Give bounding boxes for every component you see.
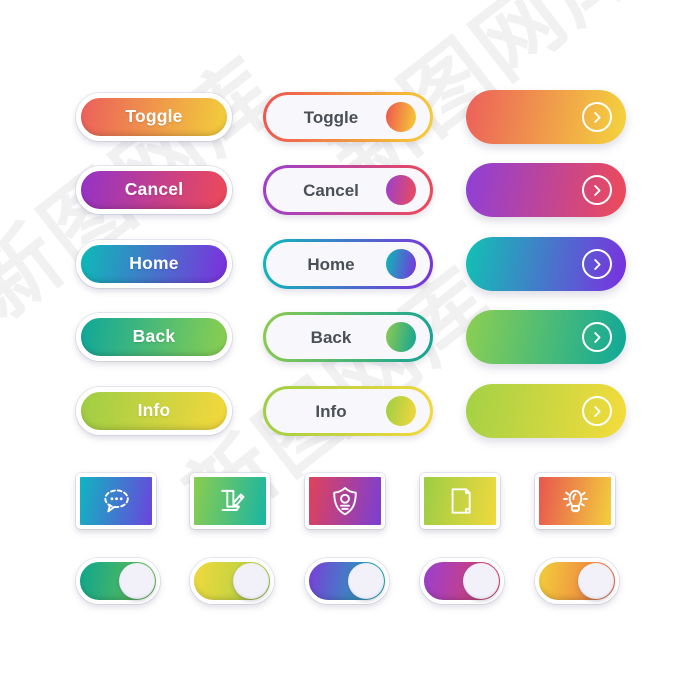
file-page-icon bbox=[442, 483, 478, 519]
button-back-outline[interactable]: Back bbox=[263, 312, 433, 362]
button-cancel-solid[interactable]: Cancel bbox=[76, 166, 232, 214]
button-cancel-outline[interactable]: Cancel bbox=[263, 165, 433, 215]
icon-button-edit[interactable] bbox=[190, 473, 270, 529]
button-label: Cancel bbox=[124, 179, 184, 200]
button-label: Back bbox=[132, 326, 176, 347]
chat-bubble-icon bbox=[98, 483, 134, 519]
button-label: Info bbox=[315, 401, 347, 421]
toggle-ring-icon[interactable] bbox=[386, 249, 416, 279]
button-label: Toggle bbox=[125, 106, 183, 127]
button-back-solid[interactable]: Back bbox=[76, 313, 232, 361]
chevron-right-circle-icon[interactable] bbox=[582, 175, 612, 205]
button-label: Back bbox=[310, 327, 352, 347]
button-label: Toggle bbox=[303, 107, 359, 127]
chevron-right-circle-icon[interactable] bbox=[582, 102, 612, 132]
icon-button-file[interactable] bbox=[420, 473, 500, 529]
toggle-knob[interactable] bbox=[348, 563, 384, 599]
lightbulb-icon bbox=[557, 483, 593, 519]
button-home-outline[interactable]: Home bbox=[263, 239, 433, 289]
button-inner-surface: Home bbox=[266, 242, 430, 286]
button-inner-surface: Toggle bbox=[266, 95, 430, 139]
toggle-knob[interactable] bbox=[233, 563, 269, 599]
toggle-switch-sw3[interactable] bbox=[305, 558, 389, 604]
button-label: Home bbox=[129, 253, 179, 274]
button-info-solid[interactable]: Info bbox=[76, 387, 232, 435]
toggle-ring-icon[interactable] bbox=[386, 396, 416, 426]
toggle-switch-sw4[interactable] bbox=[420, 558, 504, 604]
icon-button-idea[interactable] bbox=[535, 473, 615, 529]
button-info-outline[interactable]: Info bbox=[263, 386, 433, 436]
button-toggle-solid[interactable]: Toggle bbox=[76, 93, 232, 141]
toggle-switch-sw1[interactable] bbox=[76, 558, 160, 604]
button-toggle-outline[interactable]: Toggle bbox=[263, 92, 433, 142]
button-info-arrow[interactable] bbox=[466, 384, 626, 438]
icon-button-security[interactable] bbox=[305, 473, 385, 529]
button-label: Info bbox=[137, 400, 171, 421]
chevron-right-circle-icon[interactable] bbox=[582, 396, 612, 426]
toggle-switch-sw2[interactable] bbox=[190, 558, 274, 604]
button-label: Cancel bbox=[303, 180, 359, 200]
shield-user-icon bbox=[327, 483, 363, 519]
button-toggle-arrow[interactable] bbox=[466, 90, 626, 144]
toggle-knob[interactable] bbox=[463, 563, 499, 599]
button-inner-surface: Info bbox=[266, 389, 430, 433]
button-back-arrow[interactable] bbox=[466, 310, 626, 364]
button-inner-surface: Back bbox=[266, 315, 430, 359]
button-inner-surface: Cancel bbox=[266, 168, 430, 212]
toggle-knob[interactable] bbox=[119, 563, 155, 599]
toggle-ring-icon[interactable] bbox=[386, 102, 416, 132]
toggle-ring-icon[interactable] bbox=[386, 175, 416, 205]
icon-button-chat[interactable] bbox=[76, 473, 156, 529]
toggle-knob[interactable] bbox=[578, 563, 614, 599]
toggle-switch-sw5[interactable] bbox=[535, 558, 619, 604]
button-label: Home bbox=[307, 254, 355, 274]
button-cancel-arrow[interactable] bbox=[466, 163, 626, 217]
document-edit-icon bbox=[212, 483, 248, 519]
chevron-right-circle-icon[interactable] bbox=[582, 249, 612, 279]
chevron-right-circle-icon[interactable] bbox=[582, 322, 612, 352]
button-home-solid[interactable]: Home bbox=[76, 240, 232, 288]
button-home-arrow[interactable] bbox=[466, 237, 626, 291]
button-kit-canvas: Toggle Cancel Home Back Info Toggle Cancel Home… bbox=[0, 0, 700, 700]
toggle-ring-icon[interactable] bbox=[386, 322, 416, 352]
